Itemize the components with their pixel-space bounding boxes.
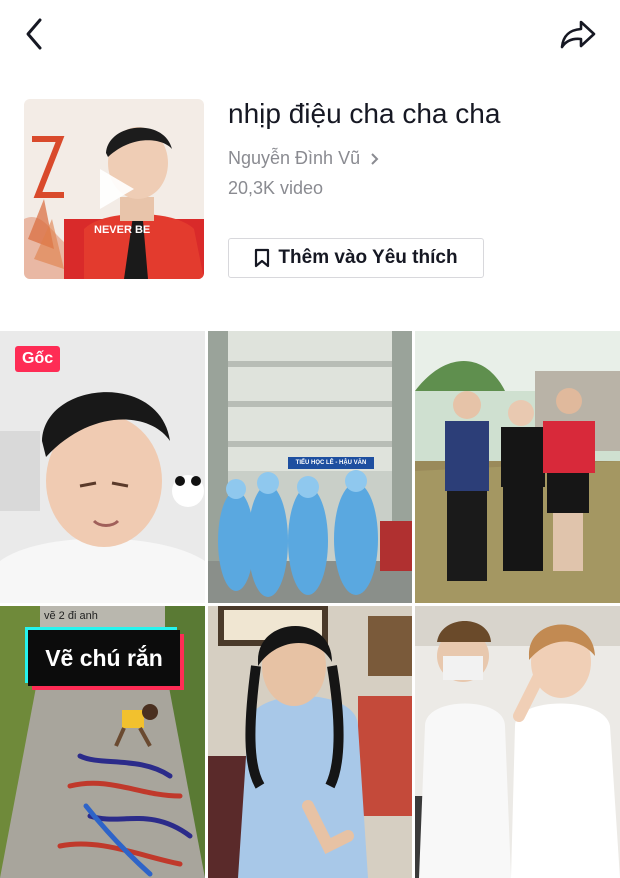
svg-text:NEVER BE: NEVER BE [94, 224, 150, 236]
original-badge: Gốc [15, 346, 61, 372]
video-thumbnail-image [415, 606, 620, 878]
add-to-favorites-button[interactable]: Thêm vào Yêu thích [228, 238, 484, 278]
video-count: 20,3K video [228, 178, 324, 198]
video-thumbnail[interactable] [415, 331, 620, 603]
artist-link[interactable]: Nguyễn Đình Vũ [228, 148, 380, 169]
video-thumbnail[interactable] [415, 606, 620, 878]
artist-name: Nguyễn Đình Vũ [228, 148, 361, 168]
video-thumbnail-image [208, 606, 412, 878]
school-sign: TIỂU HỌC LÊ - HẬU VĂN [288, 457, 374, 469]
video-thumbnail[interactable]: vẽ 2 đi anh Vẽ chú rắn [0, 606, 205, 878]
sound-title: nhịp điệu cha cha cha [228, 98, 501, 129]
favorite-label: Thêm vào Yêu thích [278, 247, 458, 268]
share-button[interactable] [556, 14, 600, 54]
video-caption: vẽ 2 đi anh [44, 610, 98, 622]
video-grid: Gốc TIỂU HỌC LÊ - HẬU VĂN vẽ 2 đi anh Vẽ… [0, 331, 620, 878]
bookmark-icon [255, 248, 270, 268]
play-icon [100, 169, 134, 209]
video-thumbnail[interactable] [208, 606, 412, 878]
top-bar [0, 0, 620, 70]
video-overlay-text: Vẽ chú rắn [28, 630, 180, 686]
chevron-left-icon [26, 18, 42, 50]
video-thumbnail[interactable]: TIỂU HỌC LÊ - HẬU VĂN [208, 331, 412, 603]
chevron-right-icon [371, 152, 379, 165]
video-thumbnail-image [415, 331, 620, 603]
video-thumbnail[interactable]: Gốc [0, 331, 205, 603]
sound-cover[interactable]: NEVER BE [24, 99, 204, 279]
share-arrow-icon [560, 20, 596, 49]
back-button[interactable] [18, 14, 52, 54]
